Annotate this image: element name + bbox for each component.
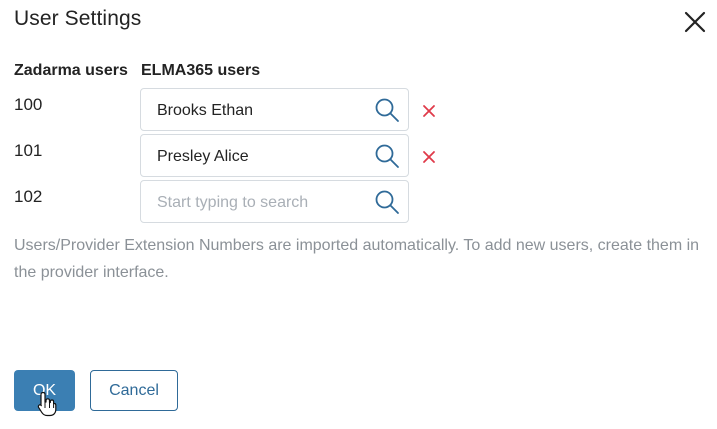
user-search-field[interactable]: Brooks Ethan <box>140 88 409 131</box>
user-mapping-row: 101 Presley Alice <box>0 134 717 178</box>
extension-number: 101 <box>14 141 43 160</box>
search-placeholder: Start typing to search <box>157 194 309 211</box>
column-header-zadarma-users: Zadarma users <box>14 62 128 79</box>
column-header-elma365-users: ELMA365 users <box>141 62 261 79</box>
user-settings-dialog: User Settings Zadarma users ELMA365 user… <box>0 0 717 429</box>
dialog-title: User Settings <box>14 7 142 30</box>
info-note: Users/Provider Extension Numbers are imp… <box>14 237 700 281</box>
search-icon[interactable] <box>374 97 400 123</box>
selected-user: Presley Alice <box>157 148 249 165</box>
user-mapping-row: 102 Start typing to search <box>0 180 717 224</box>
user-search-field[interactable]: Presley Alice <box>140 134 409 177</box>
extension-number: 102 <box>14 187 43 206</box>
selected-user: Brooks Ethan <box>157 102 254 119</box>
ok-button[interactable]: OK <box>14 370 75 411</box>
close-icon[interactable] <box>683 10 707 34</box>
remove-icon[interactable] <box>422 104 436 118</box>
cancel-button[interactable]: Cancel <box>90 370 178 411</box>
extension-number: 100 <box>14 95 43 114</box>
user-mapping-row: 100 Brooks Ethan <box>0 88 717 132</box>
search-icon[interactable] <box>374 189 400 215</box>
search-icon[interactable] <box>374 143 400 169</box>
user-search-field[interactable]: Start typing to search <box>140 180 409 223</box>
remove-icon[interactable] <box>422 150 436 164</box>
